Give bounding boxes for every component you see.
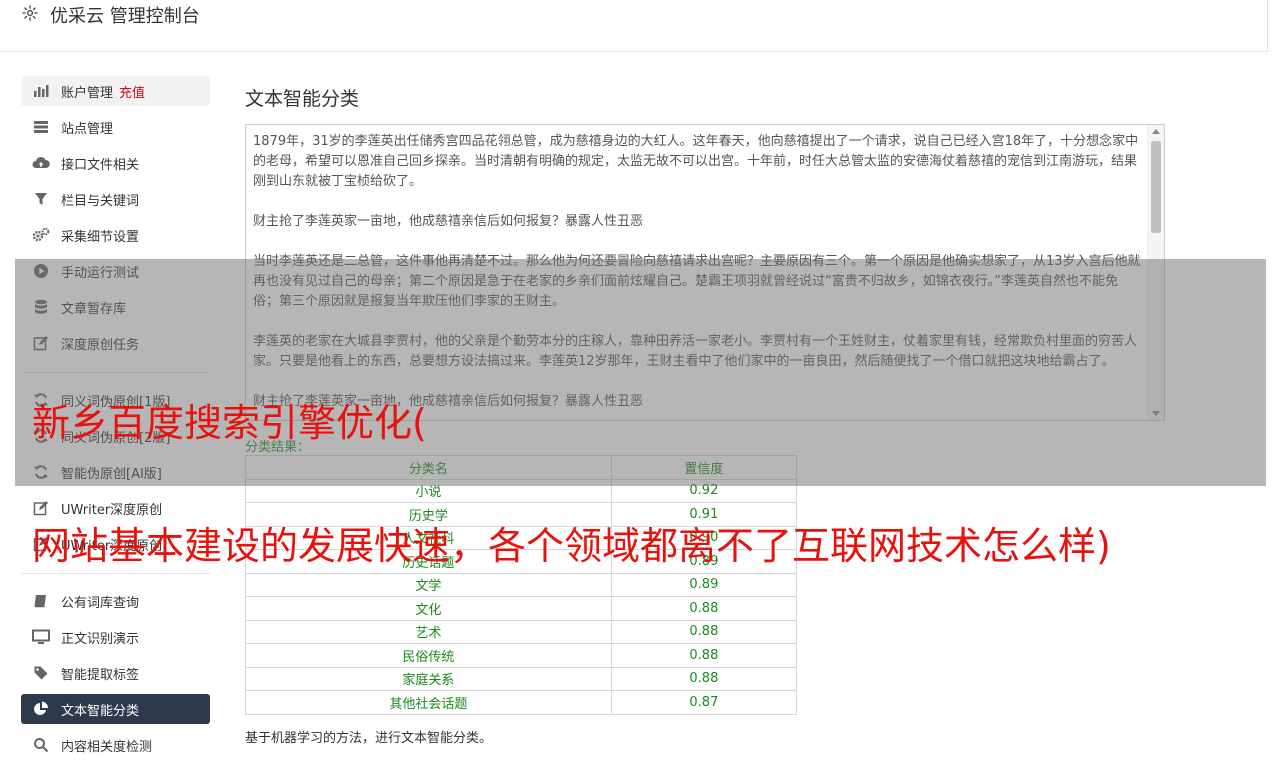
classification-table: 分类名 置信度 小说0.92 历史学0.91 人文社科0.90 历史话题0.89… bbox=[245, 455, 798, 715]
sidebar-item-label: 公有词库查询 bbox=[61, 595, 140, 611]
confidence-cell: 0.88 bbox=[610, 666, 798, 691]
sidebar-item-relevance-check[interactable]: 内容相关度检测 bbox=[21, 730, 210, 760]
sidebar-item-label: 账户管理 bbox=[61, 85, 114, 101]
pie-chart-icon bbox=[32, 700, 50, 718]
method-note: 基于机器学习的方法，进行文本智能分类。 bbox=[245, 731, 493, 746]
recharge-link[interactable]: 充值 bbox=[119, 82, 145, 101]
sidebar-item-label: UWriter深度原创 bbox=[61, 502, 163, 518]
confidence-cell: 0.87 bbox=[610, 690, 798, 715]
sidebar-item-label: 正文识别演示 bbox=[61, 631, 140, 647]
page-title: 文本智能分类 bbox=[245, 88, 360, 110]
search-icon bbox=[32, 736, 50, 754]
book-icon bbox=[32, 592, 50, 610]
sidebar-item-label: 文本智能分类 bbox=[61, 703, 140, 719]
sidebar-item-label: 采集细节设置 bbox=[61, 229, 140, 245]
article-paragraph: 1879年，31岁的李莲英出任储秀宫四品花翎总管，成为慈禧身边的大红人。这年春天… bbox=[253, 134, 1139, 189]
overlay-banner bbox=[15, 259, 1266, 486]
overlay-headline-2: 网站基本建设的发展快速，各个领域都离不了互联网技术怎么样) bbox=[32, 524, 1111, 568]
sidebar-item-tag-extraction[interactable]: 智能提取标签 bbox=[21, 658, 210, 688]
article-paragraph: 财主抢了李莲英家一亩地，他成慈禧亲信后如何报复？暴露人性丑恶 bbox=[253, 214, 644, 229]
gear-icon[interactable] bbox=[21, 4, 39, 22]
confidence-cell: 0.88 bbox=[610, 643, 798, 668]
gears-icon bbox=[32, 226, 50, 244]
category-cell: 民俗传统 bbox=[245, 643, 612, 668]
confidence-cell: 0.88 bbox=[610, 596, 798, 621]
server-icon bbox=[32, 118, 50, 136]
edit-icon bbox=[32, 499, 50, 517]
sidebar-item-sites[interactable]: 站点管理 bbox=[21, 112, 210, 142]
table-row: 其他社会话题 0.87 bbox=[245, 690, 798, 715]
table-row: 文学 0.89 bbox=[245, 572, 798, 597]
sidebar-item-label: 栏目与关键词 bbox=[61, 193, 140, 209]
sidebar-item-label: 接口文件相关 bbox=[61, 157, 140, 173]
category-cell: 文学 bbox=[245, 572, 612, 597]
sidebar-item-label: 智能提取标签 bbox=[61, 667, 140, 683]
table-row: 家庭关系 0.88 bbox=[245, 666, 798, 691]
confidence-cell: 0.89 bbox=[610, 572, 798, 597]
table-row: 艺术 0.88 bbox=[245, 619, 798, 644]
sidebar-item-collect-settings[interactable]: 采集细节设置 bbox=[21, 220, 210, 250]
monitor-icon bbox=[32, 628, 50, 646]
scroll-up-arrow-icon[interactable] bbox=[1152, 129, 1160, 134]
filter-icon bbox=[32, 190, 50, 208]
sidebar-item-label: 内容相关度检测 bbox=[61, 739, 153, 755]
sidebar-divider bbox=[21, 573, 210, 574]
console-title: 优采云 管理控制台 bbox=[50, 6, 200, 27]
confidence-cell: 0.88 bbox=[610, 619, 798, 644]
category-cell: 其他社会话题 bbox=[245, 690, 612, 715]
sidebar-item-public-lexicon[interactable]: 公有词库查询 bbox=[21, 586, 210, 616]
category-cell: 家庭关系 bbox=[245, 666, 612, 691]
sidebar-item-text-classification[interactable]: 文本智能分类 bbox=[21, 694, 210, 724]
top-bar: 优采云 管理控制台 bbox=[0, 0, 1268, 52]
table-row: 文化 0.88 bbox=[245, 596, 798, 621]
category-cell: 文化 bbox=[245, 596, 612, 621]
scrollbar-thumb[interactable] bbox=[1151, 141, 1161, 233]
confidence-cell: 0.91 bbox=[610, 502, 798, 527]
sidebar-item-interface-files[interactable]: 接口文件相关 bbox=[21, 148, 210, 178]
tag-icon bbox=[32, 664, 50, 682]
table-row: 历史学 0.91 bbox=[245, 502, 798, 527]
table-row: 民俗传统 0.88 bbox=[245, 643, 798, 668]
sidebar-item-label: 站点管理 bbox=[61, 121, 114, 137]
category-cell: 历史学 bbox=[245, 502, 612, 527]
category-cell: 艺术 bbox=[245, 619, 612, 644]
bar-chart-icon bbox=[32, 82, 50, 100]
sidebar-item-text-recognition[interactable]: 正文识别演示 bbox=[21, 622, 210, 652]
sidebar-item-columns-keywords[interactable]: 栏目与关键词 bbox=[21, 184, 210, 214]
sidebar-item-uwriter-1[interactable]: UWriter深度原创 bbox=[21, 493, 210, 523]
overlay-headline-1: 新乡百度搜索引擎优化( bbox=[32, 401, 427, 445]
sidebar-item-account[interactable]: 账户管理 充值 bbox=[21, 76, 210, 106]
cloud-upload-icon bbox=[32, 154, 50, 172]
